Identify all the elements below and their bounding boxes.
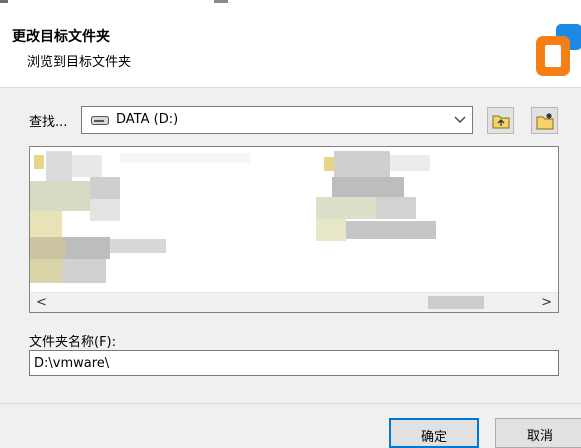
title-bar-fragment (214, 0, 228, 3)
pixelated-content (334, 151, 390, 179)
pixelated-content (120, 153, 250, 163)
scrollbar-thumb[interactable] (428, 296, 484, 309)
folder-up-icon (492, 115, 510, 129)
pixelated-content (346, 221, 436, 239)
pixelated-content (46, 151, 72, 181)
look-in-label: 查找... (29, 115, 68, 130)
scroll-left-arrow-icon[interactable]: < (36, 295, 47, 310)
scroll-right-arrow-icon[interactable]: > (541, 295, 552, 310)
pixelated-content (332, 177, 404, 197)
title-bar-fragment (0, 0, 8, 3)
pixelated-content (30, 259, 62, 283)
pixelated-content (30, 237, 66, 259)
folder-list[interactable]: < > (29, 146, 559, 313)
divider (0, 403, 581, 404)
new-folder-icon (536, 113, 554, 130)
vmware-logo-icon (536, 24, 581, 76)
chevron-down-icon[interactable] (454, 115, 466, 125)
pixelated-content (30, 181, 90, 211)
page-title: 更改目标文件夹 (12, 29, 110, 45)
up-folder-button[interactable] (487, 107, 514, 134)
pixelated-content (376, 197, 416, 219)
cancel-button[interactable]: 取消 (495, 418, 581, 448)
look-in-value: DATA (D:) (116, 112, 179, 127)
pixelated-content (110, 239, 166, 253)
new-folder-button[interactable] (531, 107, 558, 134)
folder-name-label: 文件夹名称(F): (29, 335, 117, 350)
pixelated-content (72, 155, 102, 177)
look-in-dropdown[interactable]: DATA (D:) (81, 106, 473, 134)
pixelated-content (34, 155, 44, 169)
pixelated-content (30, 211, 62, 237)
pixelated-content (324, 157, 334, 171)
pixelated-content (390, 155, 430, 171)
ok-button[interactable]: 确定 (389, 418, 479, 448)
pixelated-content (316, 219, 346, 241)
pixelated-content (90, 199, 120, 221)
pixelated-content (66, 237, 110, 259)
page-subtitle: 浏览到目标文件夹 (27, 55, 132, 70)
pixelated-content (90, 177, 120, 199)
horizontal-scrollbar[interactable]: < > (30, 292, 558, 312)
folder-name-input[interactable] (29, 350, 559, 376)
pixelated-content (62, 259, 106, 283)
pixelated-content (316, 197, 376, 219)
drive-icon (91, 116, 109, 125)
dialog-header: 更改目标文件夹 浏览到目标文件夹 (0, 0, 581, 88)
